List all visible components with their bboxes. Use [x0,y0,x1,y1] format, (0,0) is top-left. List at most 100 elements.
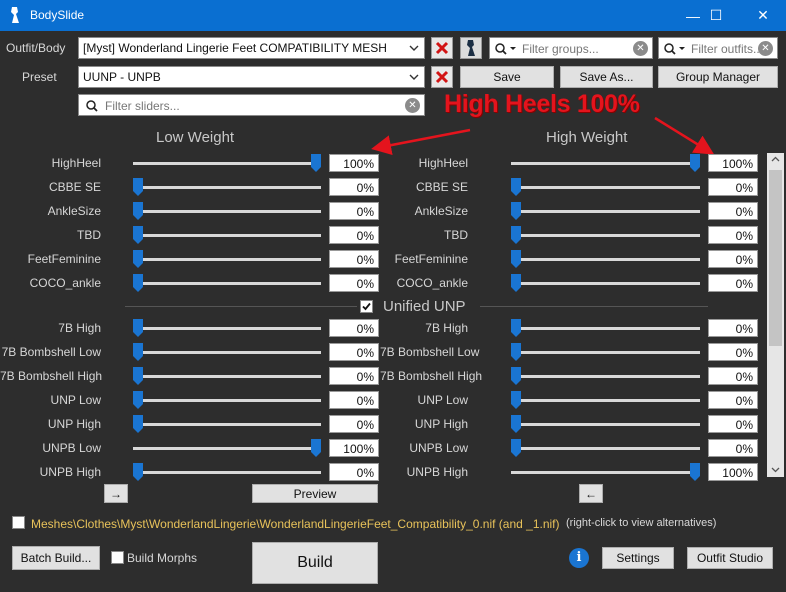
slider-thumb-low[interactable] [133,319,143,337]
slider-track-low[interactable] [133,423,321,426]
slider-label-high: COCO_ankle [396,276,468,290]
slider-value-high[interactable]: 0% [708,439,758,457]
chevron-down-icon[interactable] [771,467,780,473]
slider-value-high[interactable]: 0% [708,319,758,337]
slider-label-high: UNPB High [406,465,468,479]
slider-track-low[interactable] [133,210,321,213]
slider-track-low[interactable] [133,186,321,189]
slider-value-low[interactable]: 0% [329,250,379,268]
slider-value-high[interactable]: 0% [708,367,758,385]
slider-track-high[interactable] [511,234,700,237]
slider-thumb-low[interactable] [311,439,321,457]
slider-thumb-high[interactable] [511,226,521,244]
slider-thumb-low[interactable] [133,250,143,268]
slider-track-low[interactable] [133,351,321,354]
slider-thumb-low[interactable] [133,367,143,385]
slider-value-low[interactable]: 0% [329,367,379,385]
slider-track-low[interactable] [133,471,321,474]
batch-build-button[interactable]: Batch Build... [12,546,100,570]
slider-thumb-low[interactable] [133,415,143,433]
slider-thumb-high[interactable] [511,202,521,220]
slider-thumb-high[interactable] [690,463,700,481]
copy-high-to-low-button[interactable]: ← [579,484,603,503]
slider-track-low[interactable] [133,162,321,165]
slider-thumb-low[interactable] [133,274,143,292]
output-path[interactable]: Meshes\Clothes\Myst\WonderlandLingerie\W… [31,517,560,531]
slider-track-low[interactable] [133,447,321,450]
slider-thumb-high[interactable] [511,391,521,409]
slider-track-high[interactable] [511,258,700,261]
annotation-arrow-left [371,128,471,156]
slider-thumb-high[interactable] [511,367,521,385]
slider-track-low[interactable] [133,375,321,378]
scrollbar-thumb[interactable] [769,170,782,346]
slider-track-high[interactable] [511,375,700,378]
slider-track-low[interactable] [133,282,321,285]
settings-button[interactable]: Settings [602,547,674,569]
slider-scrollbar[interactable] [767,153,784,477]
slider-value-high[interactable]: 0% [708,250,758,268]
slider-value-high[interactable]: 0% [708,202,758,220]
slider-track-low[interactable] [133,258,321,261]
outfit-studio-button[interactable]: Outfit Studio [687,547,773,569]
slider-thumb-high[interactable] [511,343,521,361]
info-icon[interactable]: i [569,548,589,568]
slider-track-high[interactable] [511,282,700,285]
slider-track-high[interactable] [511,471,700,474]
slider-value-high[interactable]: 0% [708,274,758,292]
slider-value-low[interactable]: 100% [329,439,379,457]
slider-thumb-low[interactable] [133,343,143,361]
slider-value-high[interactable]: 0% [708,391,758,409]
slider-thumb-low[interactable] [133,178,143,196]
slider-thumb-low[interactable] [133,463,143,481]
slider-value-low[interactable]: 0% [329,178,379,196]
slider-thumb-high[interactable] [690,154,700,172]
slider-track-high[interactable] [511,351,700,354]
slider-track-high[interactable] [511,399,700,402]
slider-thumb-high[interactable] [511,319,521,337]
slider-track-high[interactable] [511,447,700,450]
slider-value-low[interactable]: 100% [329,154,379,172]
slider-track-high[interactable] [511,210,700,213]
slider-thumb-low[interactable] [133,391,143,409]
slider-thumb-high[interactable] [511,250,521,268]
slider-value-high[interactable]: 100% [708,154,758,172]
slider-value-low[interactable]: 0% [329,226,379,244]
group-divider-right [480,306,708,307]
slider-thumb-low[interactable] [311,154,321,172]
slider-value-low[interactable]: 0% [329,463,379,481]
build-morphs-checkbox[interactable] [111,551,124,564]
slider-value-low[interactable]: 0% [329,202,379,220]
slider-thumb-high[interactable] [511,415,521,433]
slider-value-high[interactable]: 100% [708,463,758,481]
slider-value-low[interactable]: 0% [329,391,379,409]
chevron-up-icon[interactable] [771,156,780,162]
unified-unp-checkbox[interactable] [360,300,373,313]
slider-value-low[interactable]: 0% [329,319,379,337]
slider-value-high[interactable]: 0% [708,343,758,361]
slider-value-low[interactable]: 0% [329,415,379,433]
slider-track-high[interactable] [511,423,700,426]
slider-track-high[interactable] [511,186,700,189]
slider-track-low[interactable] [133,327,321,330]
slider-label-low: 7B Bombshell Low [1,345,101,359]
slider-track-high[interactable] [511,162,700,165]
slider-thumb-low[interactable] [133,202,143,220]
slider-value-high[interactable]: 0% [708,415,758,433]
slider-thumb-high[interactable] [511,274,521,292]
slider-value-high[interactable]: 0% [708,178,758,196]
copy-low-to-high-button[interactable]: → [104,484,128,503]
slider-label-low: 7B Bombshell High [0,369,103,383]
slider-track-low[interactable] [133,399,321,402]
slider-value-low[interactable]: 0% [329,274,379,292]
slider-thumb-low[interactable] [133,226,143,244]
slider-track-high[interactable] [511,327,700,330]
build-button[interactable]: Build [252,542,378,584]
preview-button[interactable]: Preview [252,484,378,503]
slider-value-high[interactable]: 0% [708,226,758,244]
slider-track-low[interactable] [133,234,321,237]
slider-thumb-high[interactable] [511,439,521,457]
output-path-checkbox[interactable] [12,516,25,529]
slider-thumb-high[interactable] [511,178,521,196]
slider-value-low[interactable]: 0% [329,343,379,361]
